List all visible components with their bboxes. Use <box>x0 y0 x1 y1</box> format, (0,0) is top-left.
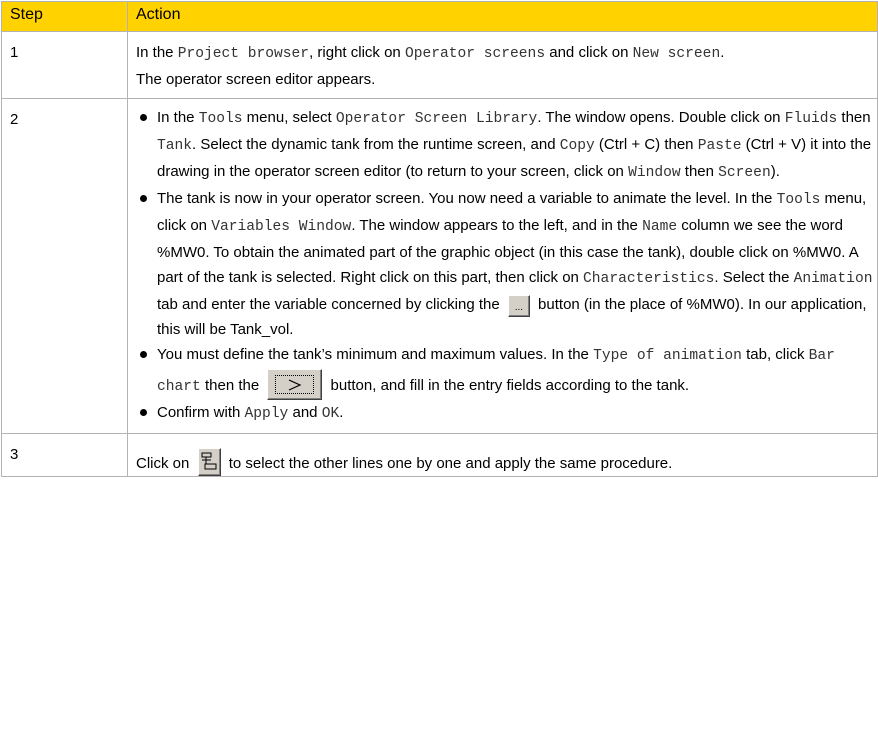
step-action: Click on to select the other lines one b… <box>127 433 878 477</box>
step-number: 1 <box>1 31 128 99</box>
code-term: Name <box>642 219 678 235</box>
code-term: Apply <box>244 406 289 422</box>
step-action: In the Tools menu, select Operator Scree… <box>127 98 878 434</box>
bullet-list: In the Tools menu, select Operator Scree… <box>136 105 873 427</box>
browse-dots-button-icon: ... <box>507 295 530 317</box>
text: Confirm with <box>157 404 245 421</box>
step-number: 3 <box>1 433 128 477</box>
table-header-row: Step Action <box>1 1 878 32</box>
table-row: 2 In the Tools menu, select Operator Scr… <box>1 98 878 434</box>
list-item: In the Tools menu, select Operator Scree… <box>140 105 873 186</box>
code-term: Type of animation <box>593 348 742 364</box>
text: tab, click <box>741 346 809 363</box>
text: tab and enter the variable concerned by … <box>157 296 504 313</box>
code-term: Animation <box>793 271 873 287</box>
text: You must define the tank’s minimum and m… <box>157 346 594 363</box>
code-term: Tools <box>776 192 821 208</box>
text: and <box>288 404 322 421</box>
text: and click on <box>545 44 633 61</box>
list-item: Confirm with Apply and OK. <box>140 400 873 427</box>
code-term: Window <box>628 165 681 181</box>
code-term: Characteristics <box>583 271 715 287</box>
table-row: 3 Click on to select the other lines one… <box>1 433 878 477</box>
text: . <box>339 404 344 421</box>
code-term: New screen <box>632 46 721 62</box>
text: button, and fill in the entry fields acc… <box>326 377 690 394</box>
text: . The window opens. Double click on <box>537 109 785 126</box>
text: menu, select <box>242 109 336 126</box>
code-term: Operator Screen Library <box>335 111 538 127</box>
text: . Select the <box>714 269 794 286</box>
code-term: Project browser <box>177 46 310 62</box>
header-action: Action <box>127 1 878 32</box>
code-term: Paste <box>697 138 742 154</box>
list-item: The tank is now in your operator screen.… <box>140 186 873 342</box>
text: In the <box>136 44 178 61</box>
text: The tank is now in your operator screen.… <box>157 190 777 207</box>
text: then <box>680 163 719 180</box>
step-number: 2 <box>1 98 128 434</box>
text: , right click on <box>309 44 405 61</box>
procedure-table: Step Action 1 In the Project browser, ri… <box>1 1 878 477</box>
code-term: Fluids <box>784 111 838 127</box>
text: then the <box>200 377 264 394</box>
next-arrow-button-icon <box>267 369 323 400</box>
code-term: Copy <box>559 138 595 154</box>
code-term: Operator screens <box>404 46 546 62</box>
text: Click on <box>136 455 194 472</box>
step-action: In the Project browser, right click on O… <box>127 31 878 99</box>
text: . Select the dynamic tank from the runti… <box>192 136 560 153</box>
code-term: Tank <box>157 138 193 154</box>
table-row: 1 In the Project browser, right click on… <box>1 31 878 99</box>
code-term: OK <box>321 406 340 422</box>
text: (Ctrl + C) then <box>594 136 698 153</box>
text: to select the other lines one by one and… <box>224 455 673 472</box>
code-term: Variables Window <box>211 219 352 235</box>
code-term: Tools <box>198 111 243 127</box>
result-text: The operator screen editor appears. <box>136 71 376 88</box>
code-term: Screen <box>718 165 771 181</box>
select-lines-button-icon <box>197 448 221 476</box>
text: . The window appears to the left, and in… <box>351 217 643 234</box>
text: . <box>720 44 725 61</box>
text: ). <box>770 163 780 180</box>
header-step: Step <box>1 1 128 32</box>
text: In the <box>157 109 199 126</box>
list-item: You must define the tank’s minimum and m… <box>140 342 873 400</box>
text: then <box>837 109 871 126</box>
